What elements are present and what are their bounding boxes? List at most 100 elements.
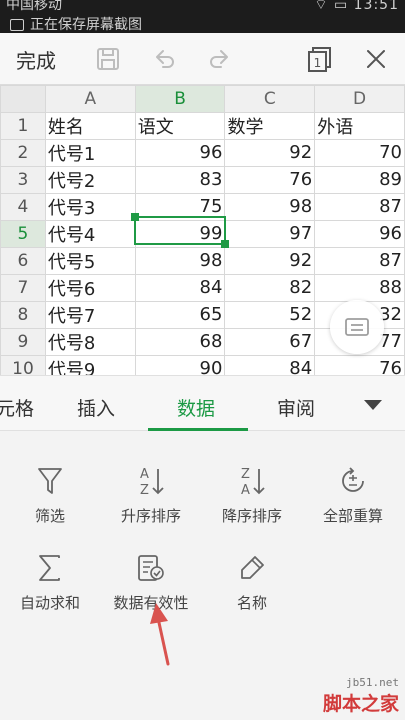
cell-c8[interactable]: 52: [224, 300, 316, 329]
svg-text:Z: Z: [140, 483, 149, 497]
cell-c4[interactable]: 98: [224, 192, 316, 221]
sort-ascending-label: 升序排序: [120, 507, 181, 525]
cell-d6[interactable]: 87: [314, 246, 405, 275]
cell-a4[interactable]: 代号3: [44, 192, 136, 221]
site-watermark: jb51.net 脚本之家: [323, 676, 399, 716]
row-header[interactable]: 3: [0, 165, 46, 194]
row-header[interactable]: 2: [0, 138, 46, 167]
cell-a5[interactable]: 代号4: [44, 219, 136, 248]
done-button[interactable]: 完成: [16, 45, 56, 74]
selection-handle-top-left[interactable]: [131, 213, 139, 221]
more-tabs-icon[interactable]: [364, 400, 382, 410]
name-tag-icon: [202, 548, 302, 588]
cell-d2[interactable]: 70: [314, 138, 405, 167]
row-header[interactable]: 6: [0, 246, 46, 275]
recalculate-button[interactable]: 全部重算: [303, 461, 403, 541]
name-manager-label: 名称: [236, 594, 267, 612]
cell-b8[interactable]: 65: [134, 300, 226, 329]
redo-icon[interactable]: [204, 43, 236, 75]
row-header-selected[interactable]: 5: [0, 219, 46, 248]
cell-b2[interactable]: 96: [134, 138, 226, 167]
row-header[interactable]: 9: [0, 327, 46, 356]
autosum-label: 自动求和: [19, 594, 80, 612]
status-bar: 中国移动 正在保存屏幕截图 ⌔ ▭ 13:51: [0, 0, 405, 33]
cell-d7[interactable]: 88: [314, 273, 405, 302]
autosum-button[interactable]: 自动求和: [0, 548, 100, 628]
picture-icon: [10, 19, 24, 31]
cell-d10[interactable]: 76: [314, 354, 405, 375]
row-header[interactable]: 1: [0, 111, 46, 140]
column-header-b[interactable]: B: [134, 85, 226, 113]
editor-toolbar: 完成 1: [0, 33, 405, 85]
cell-a7[interactable]: 代号6: [44, 273, 136, 302]
sort-ascending-button[interactable]: AZ 升序排序: [101, 461, 201, 541]
cell-c2[interactable]: 92: [224, 138, 316, 167]
close-icon[interactable]: [360, 43, 392, 75]
row-header[interactable]: 7: [0, 273, 46, 302]
tab-cell[interactable]: 元格: [0, 394, 34, 421]
cell-a1[interactable]: 姓名: [44, 111, 136, 140]
recalculate-icon: [303, 461, 403, 501]
status-right: ⌔ ▭ 13:51: [314, 0, 399, 14]
sort-descending-button[interactable]: ZA 降序排序: [202, 461, 302, 541]
column-header-a[interactable]: A: [44, 85, 136, 113]
data-validation-icon: [101, 548, 201, 588]
cell-a8[interactable]: 代号7: [44, 300, 136, 329]
ribbon-tabs: 元格 插入 数据 审阅: [0, 375, 405, 431]
undo-icon[interactable]: [148, 43, 180, 75]
tab-review[interactable]: 审阅: [277, 394, 315, 421]
keyboard-icon: [345, 318, 369, 336]
filter-icon: [0, 461, 100, 501]
filter-button[interactable]: 筛选: [0, 461, 100, 541]
cell-c6[interactable]: 92: [224, 246, 316, 275]
sort-descending-icon: ZA: [202, 461, 302, 501]
name-manager-button[interactable]: 名称: [202, 548, 302, 628]
cell-b3[interactable]: 83: [134, 165, 226, 194]
carrier-name: 中国移动: [6, 0, 62, 13]
sort-ascending-icon: AZ: [101, 461, 201, 501]
cell-c10[interactable]: 84: [224, 354, 316, 375]
cell-b5-selected[interactable]: 99: [134, 219, 226, 248]
cell-c7[interactable]: 82: [224, 273, 316, 302]
cell-b10[interactable]: 90: [134, 354, 226, 375]
cell-a3[interactable]: 代号2: [44, 165, 136, 194]
cell-a10[interactable]: 代号9: [44, 354, 136, 375]
row-header[interactable]: 10: [0, 354, 46, 375]
column-header-d[interactable]: D: [314, 85, 405, 113]
recalculate-label: 全部重算: [322, 507, 383, 525]
tab-insert[interactable]: 插入: [77, 394, 115, 421]
save-icon[interactable]: [92, 43, 124, 75]
cell-b4[interactable]: 75: [134, 192, 226, 221]
cell-a9[interactable]: 代号8: [44, 327, 136, 356]
cell-a2[interactable]: 代号1: [44, 138, 136, 167]
svg-text:Z: Z: [241, 467, 250, 482]
cell-d5[interactable]: 96: [314, 219, 405, 248]
cell-b9[interactable]: 68: [134, 327, 226, 356]
selection-handle-bottom-right[interactable]: [221, 240, 229, 248]
cell-c3[interactable]: 76: [224, 165, 316, 194]
cell-d1[interactable]: 外语: [314, 111, 405, 140]
cell-b7[interactable]: 84: [134, 273, 226, 302]
tab-data[interactable]: 数据: [177, 394, 215, 421]
cell-b1[interactable]: 语文: [134, 111, 226, 140]
sort-descending-label: 降序排序: [221, 507, 282, 525]
cell-c1[interactable]: 数学: [224, 111, 316, 140]
cell-d3[interactable]: 89: [314, 165, 405, 194]
data-validation-button[interactable]: 数据有效性: [101, 548, 201, 628]
cell-c5[interactable]: 97: [224, 219, 316, 248]
cell-c9[interactable]: 67: [224, 327, 316, 356]
cell-a6[interactable]: 代号5: [44, 246, 136, 275]
cell-d4[interactable]: 87: [314, 192, 405, 221]
corner-cell[interactable]: [0, 85, 46, 113]
row-header[interactable]: 4: [0, 192, 46, 221]
filter-label: 筛选: [34, 507, 65, 525]
row-header[interactable]: 8: [0, 300, 46, 329]
keyboard-toggle-button[interactable]: [330, 300, 384, 354]
watermark-url: jb51.net: [346, 676, 399, 689]
sum-icon: [0, 548, 100, 588]
column-header-c[interactable]: C: [224, 85, 316, 113]
cell-b6[interactable]: 98: [134, 246, 226, 275]
watermark-text: 脚本之家: [322, 693, 399, 715]
page-count-icon[interactable]: 1: [304, 43, 336, 75]
svg-text:A: A: [140, 467, 149, 482]
